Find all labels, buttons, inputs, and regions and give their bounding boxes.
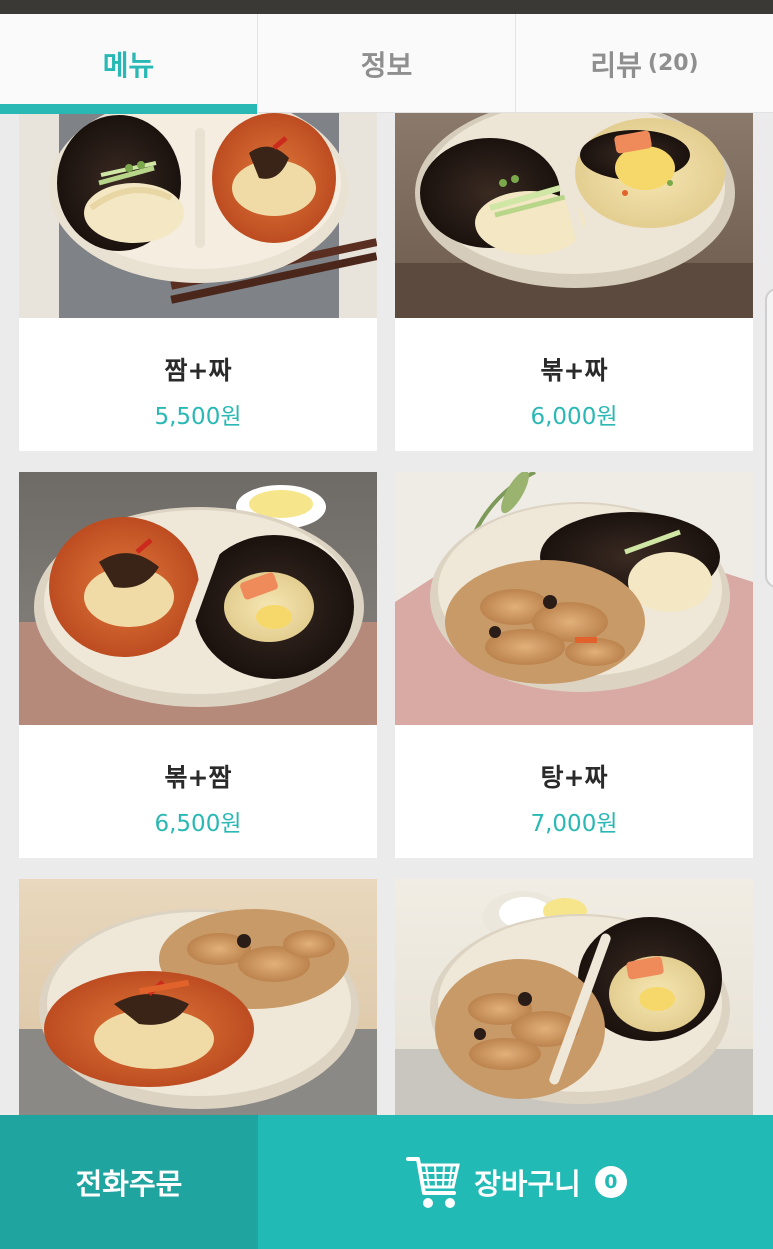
- review-count: (20): [647, 51, 699, 76]
- menu-item-photo: [19, 879, 377, 1115]
- menu-item-info: 탕+짜 7,000원: [395, 725, 753, 838]
- menu-item-photo: [395, 472, 753, 725]
- bottom-action-bar: 전화주문 장바구니 0: [0, 1115, 773, 1249]
- menu-item-card[interactable]: 탕+짜 7,000원: [395, 472, 753, 858]
- cart-count-badge: 0: [594, 1166, 627, 1198]
- menu-item-photo: [395, 879, 753, 1115]
- menu-item-price: 7,000원: [530, 811, 618, 837]
- tab-menu-label: 메뉴: [102, 48, 155, 82]
- menu-item-photo: [19, 472, 377, 725]
- menu-item-name: 짬+짜: [164, 356, 232, 385]
- menu-item-photo: [19, 113, 377, 318]
- tab-menu[interactable]: 메뉴: [0, 14, 258, 114]
- menu-item-name: 볶+짬: [164, 763, 232, 792]
- menu-item-info: 볶+짜 6,000원: [395, 318, 753, 431]
- menu-item-price: 5,500원: [154, 404, 242, 430]
- tab-reviews[interactable]: 리뷰 (20): [516, 14, 773, 113]
- cart-label: 장바구니: [474, 1167, 581, 1201]
- menu-item-info: 짬+짜 5,500원: [19, 318, 377, 431]
- menu-item-card[interactable]: 짬+짜 5,500원: [19, 113, 377, 451]
- menu-item-card[interactable]: 볶+짜 6,000원: [395, 113, 753, 451]
- menu-item-name: 탕+짜: [540, 763, 608, 792]
- tab-info[interactable]: 정보: [258, 14, 516, 113]
- menu-tab-bar: 메뉴 정보 리뷰 (20): [0, 14, 773, 114]
- scrollbar-edge[interactable]: [765, 288, 773, 588]
- menu-item-card[interactable]: [19, 879, 377, 1115]
- status-bar: [0, 0, 773, 14]
- phone-order-button[interactable]: 전화주문: [0, 1115, 258, 1249]
- menu-item-card[interactable]: 볶+짬 6,500원: [19, 472, 377, 858]
- menu-item-info: 볶+짬 6,500원: [19, 725, 377, 838]
- menu-grid: 짬+짜 5,500원 볶+짜 6,000원 볶+짬 6,500원 탕+짜 7,0…: [0, 113, 773, 1115]
- shopping-cart-icon: [406, 1157, 461, 1208]
- menu-item-price: 6,000원: [530, 404, 618, 430]
- menu-item-card[interactable]: [395, 879, 753, 1115]
- menu-item-name: 볶+짜: [540, 356, 608, 385]
- menu-item-price: 6,500원: [154, 811, 242, 837]
- cart-button[interactable]: 장바구니 0: [258, 1115, 773, 1249]
- active-tab-indicator: [0, 104, 257, 114]
- menu-item-photo: [395, 113, 753, 318]
- tab-info-label: 정보: [360, 48, 413, 82]
- tab-reviews-label: 리뷰: [590, 48, 642, 82]
- phone-order-label: 전화주문: [75, 1167, 183, 1201]
